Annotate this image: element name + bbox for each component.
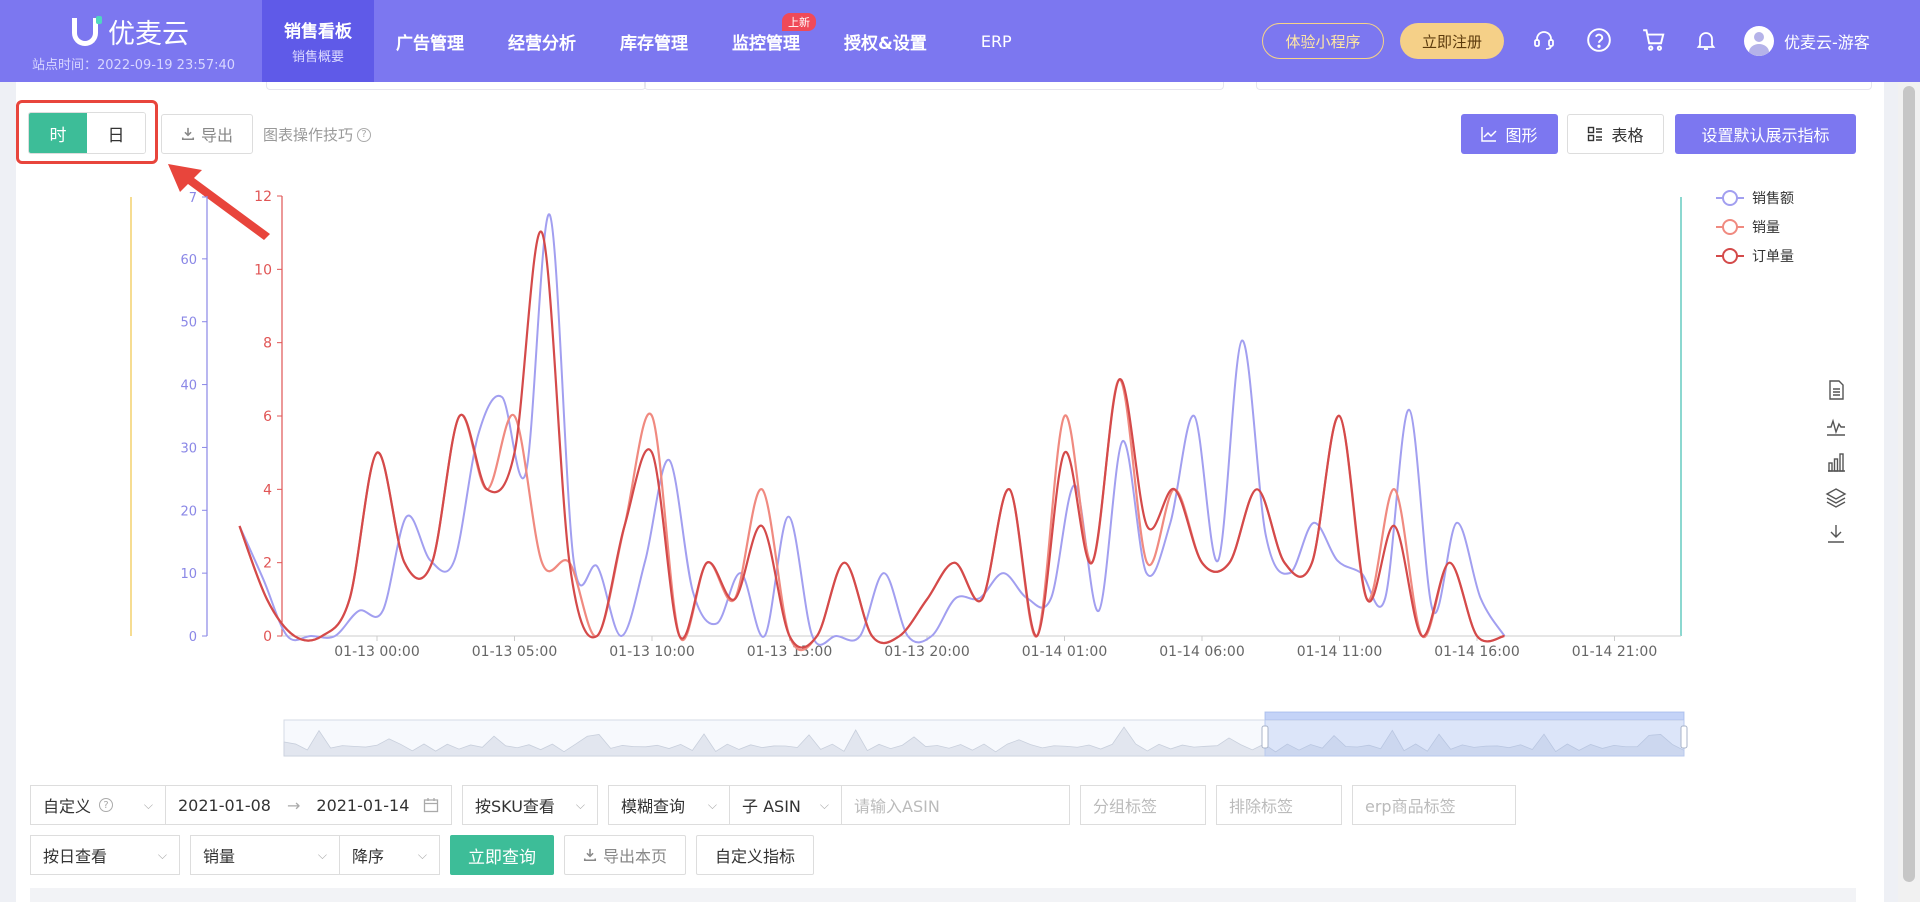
range-arrow-icon: → [286, 795, 301, 815]
series-line-sales [238, 213, 1506, 646]
qty-axis-tick-label: 2 [263, 556, 272, 572]
sales-axis-tick-label: 0 [189, 630, 197, 645]
x-axis-tick-label: 01-13 00:00 [334, 644, 419, 660]
view-by-value: 按SKU查看 [475, 797, 555, 816]
legend-label: 销量 [1752, 220, 1780, 236]
chevron-down-icon: ⌵ [317, 847, 327, 862]
qty-axis-tick-label: 10 [254, 262, 272, 278]
chevron-down-icon: ⌵ [707, 797, 717, 812]
sales-chart: 0102030405060702468101201-13 00:00 01-13 … [130, 189, 1794, 757]
stack-icon[interactable] [1824, 486, 1848, 510]
start-date: 2021-01-08 [178, 795, 271, 815]
x-axis-tick-label: 01-14 01:00 [1022, 644, 1107, 660]
asin-type-value: 子 ASIN [742, 797, 801, 816]
legend-marker [1722, 190, 1738, 206]
question-icon: ? [99, 798, 114, 812]
erp-tag-placeholder: erp商品标签 [1365, 797, 1456, 816]
legend-label: 销售额 [1752, 191, 1794, 207]
qty-axis-tick-label: 8 [263, 336, 272, 352]
x-axis-tick-label: 01-13 20:00 [884, 644, 969, 660]
sales-axis-tick-label: 60 [180, 253, 197, 268]
chevron-down-icon: ⌵ [575, 797, 585, 812]
period-value: 按日查看 [43, 847, 108, 866]
line-switch-icon[interactable] [1824, 414, 1848, 438]
qty-axis-tick-label: 4 [263, 482, 272, 498]
group-tag-input[interactable]: 分组标签 [1080, 785, 1206, 825]
zoom-slider[interactable] [283, 711, 1688, 757]
query-button[interactable]: 立即查询 [450, 835, 554, 875]
calendar-icon [423, 798, 439, 813]
legend-marker [1722, 219, 1738, 235]
sales-axis-tick-label: 40 [180, 379, 197, 394]
sort-order-select[interactable]: 降序 ⌵ [340, 835, 440, 875]
chart-series [238, 213, 1506, 652]
sales-axis-tick-label: 50 [180, 316, 197, 331]
qty-axis-tick-label: 12 [254, 189, 272, 205]
x-axis-tick-label: 01-13 10:00 [609, 644, 694, 660]
custom-metrics-button[interactable]: 自定义指标 [696, 835, 815, 875]
chevron-down-icon: ⌵ [157, 847, 167, 862]
asin-placeholder: 请输入ASIN [854, 797, 940, 816]
chevron-down-icon: ⌵ [819, 797, 829, 812]
series-line-orders [238, 230, 1505, 649]
qty-axis-tick-label: 0 [263, 629, 272, 645]
table-header-edge [30, 888, 1856, 902]
group-tag-placeholder: 分组标签 [1093, 797, 1158, 816]
x-axis-tick-label: 01-14 06:00 [1159, 644, 1244, 660]
sales-axis-tick-label: 10 [180, 567, 197, 582]
sort-order-value: 降序 [352, 847, 385, 866]
erp-tag-input[interactable]: erp商品标签 [1352, 785, 1516, 825]
export-page-label: 导出本页 [603, 847, 668, 866]
end-date: 2021-01-14 [316, 795, 410, 815]
qty-axis-tick-label: 6 [263, 409, 272, 425]
asin-type-select[interactable]: 子 ASIN ⌵ [730, 785, 842, 825]
zoom-handle-right [1680, 725, 1688, 749]
view-by-select[interactable]: 按SKU查看 ⌵ [462, 785, 598, 825]
sales-axis-tick-label: 20 [180, 504, 197, 519]
x-axis-tick-label: 01-14 11:00 [1297, 644, 1382, 660]
period-select[interactable]: 按日查看 ⌵ [30, 835, 180, 875]
legend-marker [1722, 248, 1738, 264]
exclude-tag-placeholder: 排除标签 [1229, 797, 1294, 816]
export-page-button[interactable]: 导出本页 [564, 835, 687, 875]
data-view-icon[interactable] [1824, 378, 1848, 402]
chevron-down-icon: ⌵ [143, 797, 153, 812]
sales-axis-tick-label: 7 [189, 191, 197, 206]
sales-axis-tick-label: 30 [180, 441, 197, 456]
page-scrollbar-thumb[interactable] [1903, 86, 1915, 882]
zoom-handle-left [1261, 725, 1269, 749]
sort-field-select[interactable]: 销量 ⌵ [190, 835, 340, 875]
legend-label: 订单量 [1752, 249, 1794, 265]
chevron-down-icon: ⌵ [417, 847, 427, 862]
filter-row-1: 自定义 ? ⌵ 2021-01-08 → 2021-01-14 按SKU查看 ⌵… [30, 785, 1516, 825]
save-image-icon[interactable] [1824, 522, 1848, 546]
download-icon [583, 848, 597, 862]
match-mode-select[interactable]: 模糊查询 ⌵ [608, 785, 730, 825]
asin-input[interactable]: 请输入ASIN [842, 785, 1070, 825]
x-axis-tick-label: 01-13 15:00 [747, 644, 832, 660]
sort-field-value: 销量 [203, 847, 236, 866]
chart-axes: 0102030405060702468101201-13 00:00 01-13 … [130, 189, 1682, 660]
filter-row-2: 按日查看 ⌵ 销量 ⌵ 降序 ⌵ 立即查询 导出本页 自定义指标 [30, 835, 815, 875]
date-range-picker[interactable]: 2021-01-08 → 2021-01-14 [166, 785, 452, 825]
range-mode-select[interactable]: 自定义 ? ⌵ [30, 785, 166, 825]
range-mode-value: 自定义 [43, 797, 92, 816]
series-line-qty [238, 378, 1505, 652]
x-axis-tick-label: 01-14 16:00 [1434, 644, 1519, 660]
chart-toolbox [1824, 378, 1848, 546]
bar-switch-icon[interactable] [1824, 450, 1848, 474]
zoom-selection-bar [1265, 712, 1684, 720]
match-mode-value: 模糊查询 [621, 797, 686, 816]
chart-legend[interactable]: 销售额销量订单量 [1716, 190, 1794, 265]
exclude-tag-input[interactable]: 排除标签 [1216, 785, 1342, 825]
x-axis-tick-label: 01-14 21:00 [1572, 644, 1657, 660]
x-axis-tick-label: 01-13 05:00 [472, 644, 557, 660]
